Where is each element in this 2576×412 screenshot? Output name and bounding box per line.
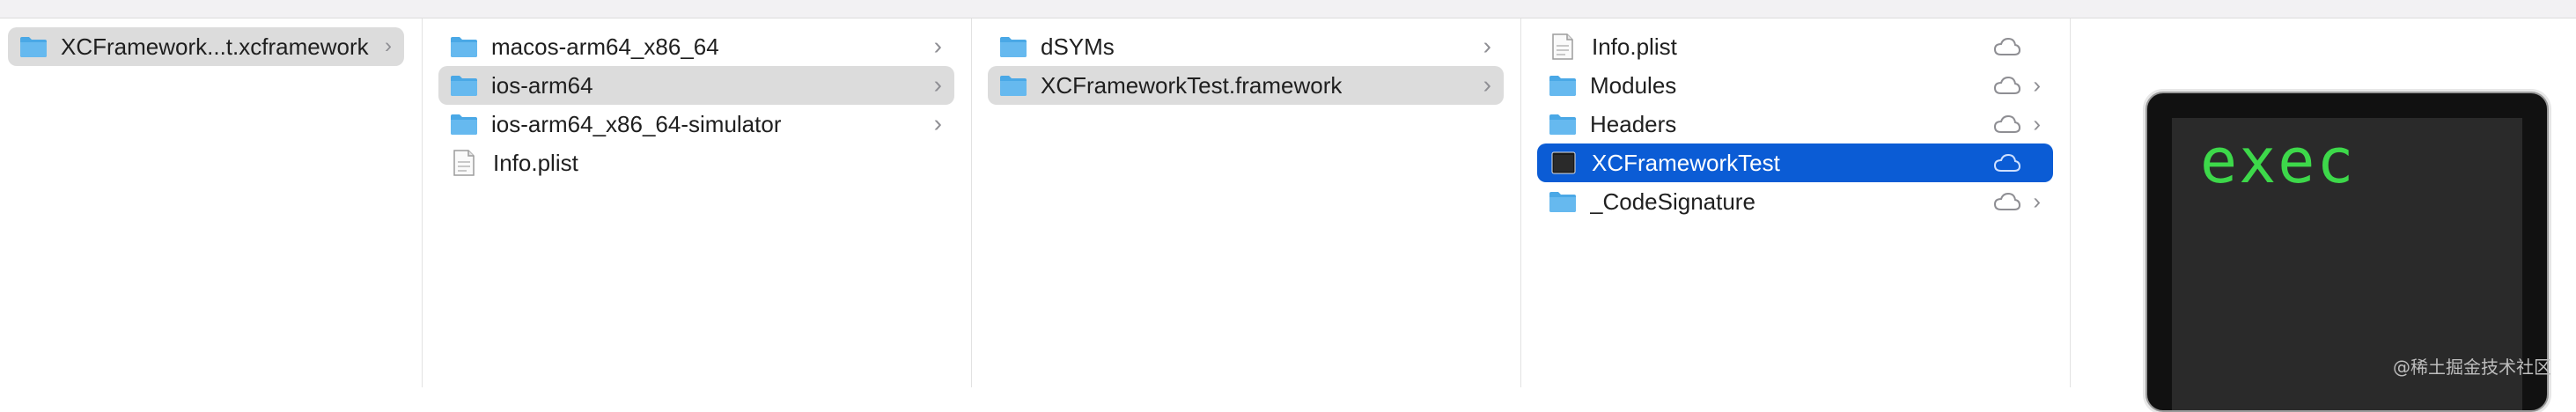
column-item-info-plist[interactable]: Info.plist xyxy=(1537,27,2053,66)
column-item-label: _CodeSignature xyxy=(1590,188,1755,215)
icloud-status-icon[interactable] xyxy=(1993,114,2021,134)
watermark: @稀土掘金技术社区 xyxy=(2393,357,2551,378)
column-item-info-plist[interactable]: Info.plist xyxy=(438,143,954,182)
chevron-right-icon: › xyxy=(1483,70,1491,99)
executable-file-icon xyxy=(1551,151,1576,174)
column-item-dsyms[interactable]: dSYMs › xyxy=(988,27,1504,66)
column-item-xcframeworktest-framework[interactable]: XCFrameworkTest.framework › xyxy=(988,66,1504,105)
chevron-right-icon: › xyxy=(933,109,942,137)
terminal-exec-text: exec xyxy=(2200,125,2356,197)
column-item-label: Info.plist xyxy=(493,149,578,176)
folder-icon xyxy=(20,37,47,57)
icloud-status-icon[interactable] xyxy=(1993,192,2021,211)
column-item-ios-arm64-x86-64-simulator[interactable]: ios-arm64_x86_64-simulator › xyxy=(438,105,954,143)
column-item-macos-arm64-x86-64[interactable]: macos-arm64_x86_64 › xyxy=(438,27,954,66)
column-item-label: XCFrameworkTest xyxy=(1592,149,1780,176)
window-top-bar xyxy=(0,0,2576,18)
column-item-label: macos-arm64_x86_64 xyxy=(491,33,719,60)
column-item-codesignature[interactable]: _CodeSignature › xyxy=(1537,182,2053,221)
folder-icon xyxy=(1549,192,1576,212)
plist-file-icon xyxy=(1552,33,1573,60)
folder-icon xyxy=(451,37,477,57)
folder-icon xyxy=(1000,37,1027,57)
column-item-label: Modules xyxy=(1590,71,1677,99)
plist-file-icon xyxy=(453,150,475,176)
icloud-status-icon[interactable] xyxy=(1993,37,2021,56)
chevron-right-icon: › xyxy=(2033,110,2041,137)
folder-icon xyxy=(451,76,477,96)
column-item-modules[interactable]: Modules › xyxy=(1537,66,2053,105)
column-item-label: dSYMs xyxy=(1041,33,1115,60)
column-item-label: Headers xyxy=(1590,110,1677,137)
chevron-right-icon: › xyxy=(2033,188,2041,215)
column-item-label: ios-arm64_x86_64-simulator xyxy=(491,110,782,137)
chevron-right-icon: › xyxy=(933,70,942,99)
finder-column-2[interactable]: macos-arm64_x86_64 › ios-arm64 › ios-arm… xyxy=(423,18,972,387)
chevron-right-icon: › xyxy=(2033,71,2041,99)
folder-icon xyxy=(1000,76,1027,96)
column-item-xcframework[interactable]: XCFramework...t.xcframework › xyxy=(8,27,404,66)
chevron-right-icon: › xyxy=(933,32,942,60)
column-item-label: ios-arm64 xyxy=(491,71,593,99)
finder-column-3[interactable]: dSYMs › XCFrameworkTest.framework › xyxy=(972,18,1521,387)
finder-column-4[interactable]: Info.plist Modules › Headers › XCFramewo… xyxy=(1521,18,2071,387)
icloud-status-icon[interactable] xyxy=(1993,153,2021,173)
column-item-ios-arm64[interactable]: ios-arm64 › xyxy=(438,66,954,105)
column-item-label: XCFramework...t.xcframework xyxy=(61,33,369,60)
column-item-headers[interactable]: Headers › xyxy=(1537,105,2053,143)
column-item-xcframeworktest-binary[interactable]: XCFrameworkTest xyxy=(1537,143,2053,182)
folder-icon xyxy=(451,114,477,135)
finder-column-1[interactable]: XCFramework...t.xcframework › xyxy=(0,18,423,387)
folder-icon xyxy=(1549,76,1576,96)
chevron-right-icon: › xyxy=(385,33,392,58)
folder-icon xyxy=(1549,114,1576,135)
chevron-right-icon: › xyxy=(1483,32,1491,60)
icloud-status-icon[interactable] xyxy=(1993,76,2021,95)
column-item-label: XCFrameworkTest.framework xyxy=(1041,71,1343,99)
column-item-label: Info.plist xyxy=(1592,33,1677,60)
